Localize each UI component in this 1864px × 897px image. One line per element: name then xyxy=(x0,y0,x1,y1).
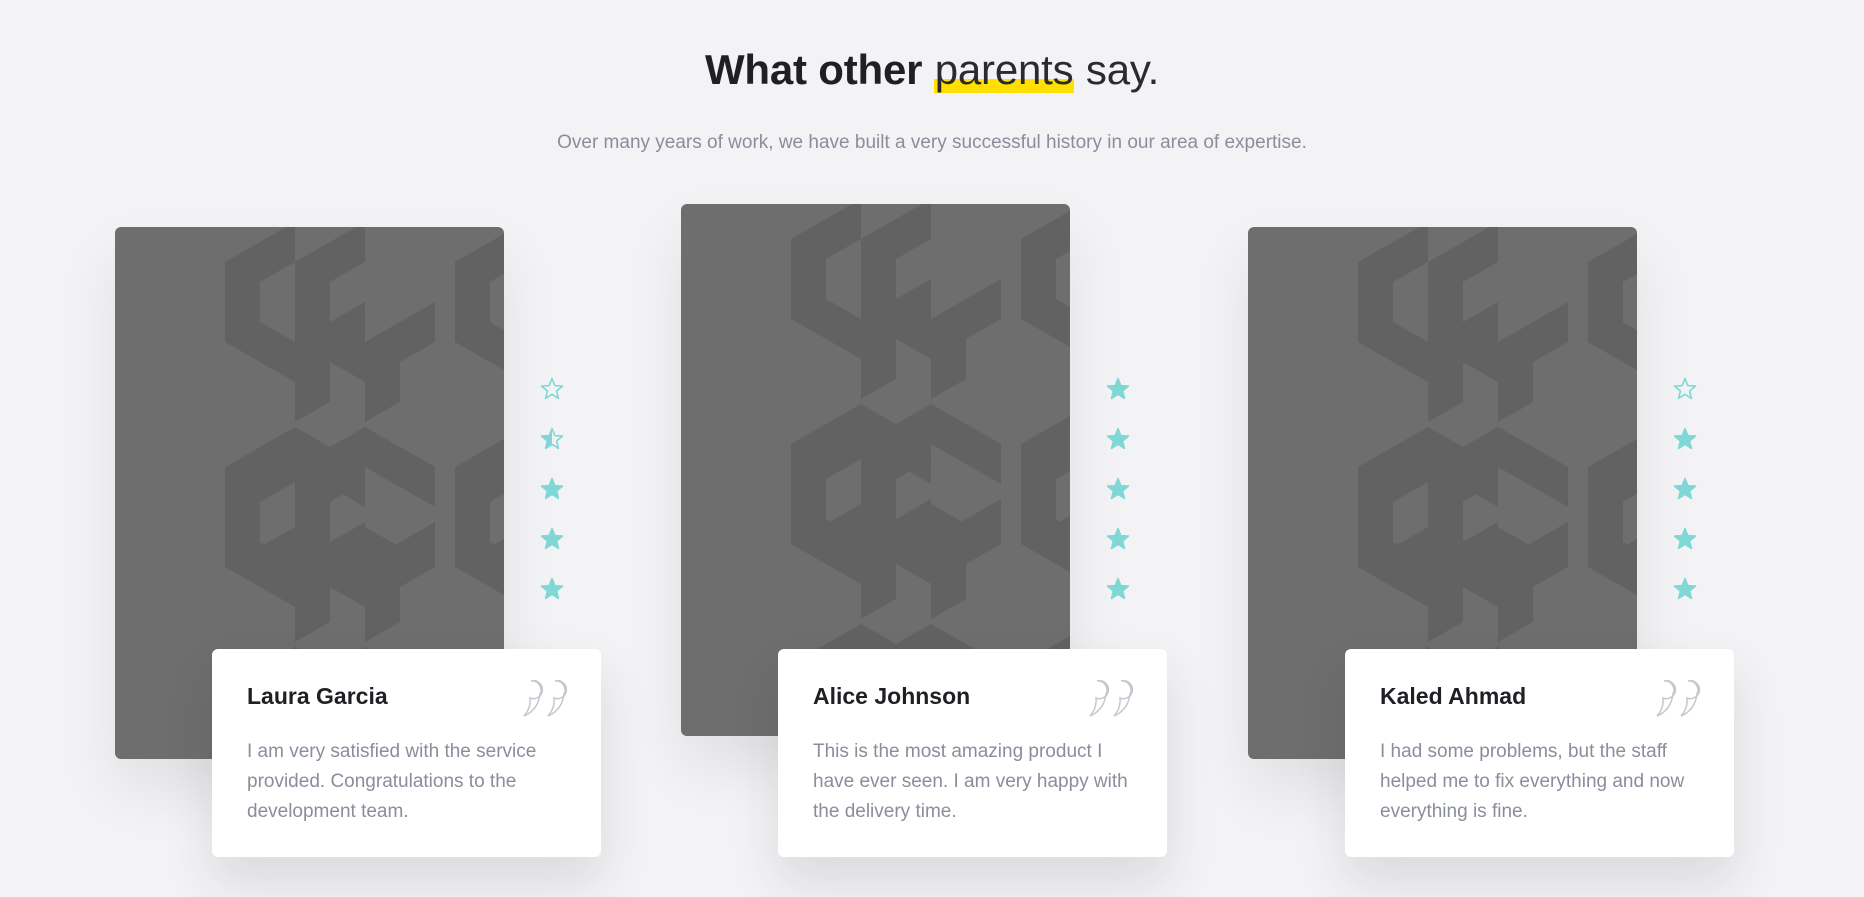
quote-icon xyxy=(521,679,569,719)
testimonial-1: Laura Garcia I am very satisfied with th… xyxy=(115,0,615,857)
pattern-shape xyxy=(1358,227,1428,382)
testimonial-text: This is the most amazing product I have … xyxy=(813,741,1128,822)
star-outline-icon xyxy=(540,377,564,400)
star-filled-icon xyxy=(540,577,564,600)
author-name: Kaled Ahmad xyxy=(1380,683,1527,709)
quote-icon xyxy=(1654,679,1702,719)
testimonial-text: I am very satisfied with the service pro… xyxy=(247,741,537,822)
star-filled-icon xyxy=(540,477,564,500)
star-filled-icon xyxy=(1106,577,1130,600)
pattern-shape xyxy=(225,227,295,382)
testimonials-section: What other parents say. Over many years … xyxy=(0,0,1864,897)
author-name: Alice Johnson xyxy=(813,683,971,709)
testimonial-card-3: Kaled Ahmad I had some problems, but the… xyxy=(1345,649,1734,857)
pattern-shape xyxy=(1021,211,1070,347)
star-filled-icon xyxy=(1106,427,1130,450)
star-filled-icon xyxy=(1673,527,1697,550)
quote-icon xyxy=(1087,679,1135,719)
pattern-shape xyxy=(1588,234,1637,370)
testimonial-2: Alice Johnson This is the most amazing p… xyxy=(681,0,1181,857)
pattern-shape xyxy=(931,279,1001,399)
testimonial-card-1: Laura Garcia I am very satisfied with th… xyxy=(212,649,601,857)
star-half-icon xyxy=(540,427,564,450)
testimonial-card-2: Alice Johnson This is the most amazing p… xyxy=(778,649,1167,857)
star-filled-icon xyxy=(1106,377,1130,400)
star-filled-icon xyxy=(1106,477,1130,500)
star-filled-icon xyxy=(540,527,564,550)
star-outline-icon xyxy=(1673,377,1697,400)
testimonial-3: Kaled Ahmad I had some problems, but the… xyxy=(1248,0,1748,857)
testimonial-text: I had some problems, but the staff helpe… xyxy=(1380,741,1685,822)
pattern-shape xyxy=(365,302,435,422)
pattern-shape xyxy=(455,234,504,370)
star-filled-icon xyxy=(1106,527,1130,550)
author-name: Laura Garcia xyxy=(247,683,388,709)
star-filled-icon xyxy=(1673,477,1697,500)
pattern-shape xyxy=(1498,302,1568,422)
pattern-shape xyxy=(791,204,861,359)
star-filled-icon xyxy=(1673,427,1697,450)
star-filled-icon xyxy=(1673,577,1697,600)
